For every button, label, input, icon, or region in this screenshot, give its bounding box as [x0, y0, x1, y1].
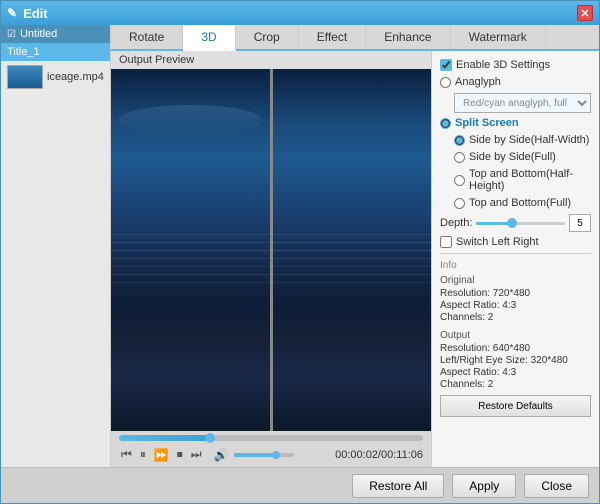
anaglyph-label: Anaglyph [455, 76, 501, 88]
sidebar-header: ☑ Untitled [1, 25, 110, 43]
split-right-frame [273, 69, 432, 431]
original-channels: Channels: 2 [440, 312, 591, 323]
tabs-bar: Rotate 3D Crop Effect Enhance Watermark [111, 25, 599, 51]
top-bottom-half-radio[interactable] [454, 175, 465, 186]
info-section: Info Original Resolution: 720*480 Aspect… [440, 253, 591, 390]
original-subtitle: Original [440, 275, 591, 286]
check-icon: ☑ [7, 29, 16, 40]
time-display: 00:00:02/00:11:06 [335, 449, 423, 461]
output-channels: Channels: 2 [440, 379, 591, 390]
enable-3d-row: Enable 3D Settings [440, 59, 591, 71]
depth-slider-container: 5 [476, 214, 591, 232]
depth-row: Depth: 5 [440, 214, 591, 232]
output-eye-size: Left/Right Eye Size: 320*480 [440, 355, 591, 366]
play-pause-button[interactable]: ⏸ [138, 446, 148, 463]
tab-enhance[interactable]: Enhance [366, 25, 450, 49]
top-bottom-half-row: Top and Bottom(Half-Height) [454, 168, 591, 192]
fast-forward-button[interactable]: ⏩ [152, 447, 171, 463]
restore-defaults-button[interactable]: Restore Defaults [440, 395, 591, 417]
progress-bar[interactable] [119, 435, 423, 441]
tab-rotate[interactable]: Rotate [111, 25, 183, 49]
split-screen-label: Split Screen [455, 117, 519, 129]
wave-overlay-right [273, 69, 432, 431]
file-name: iceage.mp4 [47, 71, 104, 83]
anaglyph-dropdown-container: Red/cyan anaglyph, full color [440, 93, 591, 117]
content-area: Output Preview [111, 51, 599, 467]
side-by-side-full-radio[interactable] [454, 152, 465, 163]
edit-window: ✎ Edit ✕ ☑ Untitled Title_1 iceage.mp4 R… [0, 0, 600, 504]
split-screen-preview [111, 69, 431, 431]
close-button[interactable]: Close [524, 474, 589, 498]
bottom-bar: Restore All Apply Close [1, 467, 599, 503]
volume-fill [234, 453, 276, 457]
progress-fill [119, 435, 210, 441]
stop-button[interactable]: ⏹ [175, 446, 185, 463]
right-panel: Rotate 3D Crop Effect Enhance Watermark … [111, 25, 599, 467]
split-screen-row: Split Screen [440, 117, 591, 129]
wave-overlay-left [111, 69, 270, 431]
output-resolution: Resolution: 640*480 [440, 343, 591, 354]
side-by-side-half-radio[interactable] [454, 135, 465, 146]
info-title: Info [440, 260, 591, 271]
anaglyph-radio[interactable] [440, 77, 451, 88]
progress-thumb[interactable] [205, 433, 215, 443]
title-bar: ✎ Edit ✕ [1, 1, 599, 25]
sidebar-item-title1[interactable]: Title_1 [1, 43, 110, 61]
apply-button[interactable]: Apply [452, 474, 516, 498]
settings-panel: Enable 3D Settings Anaglyph Red/cyan ana… [431, 51, 599, 467]
original-resolution: Resolution: 720*480 [440, 288, 591, 299]
depth-label: Depth: [440, 217, 472, 229]
depth-slider[interactable] [476, 222, 565, 225]
enable-3d-checkbox[interactable] [440, 59, 452, 71]
sidebar: ☑ Untitled Title_1 iceage.mp4 [1, 25, 111, 467]
depth-thumb[interactable] [507, 218, 517, 228]
switch-lr-checkbox[interactable] [440, 236, 452, 248]
tab-3d[interactable]: 3D [183, 25, 235, 51]
video-container [111, 69, 431, 431]
top-bottom-full-radio[interactable] [454, 198, 465, 209]
window-title: Edit [23, 6, 577, 21]
volume-icon[interactable]: 🔊 [212, 447, 231, 463]
preview-area: Output Preview [111, 51, 431, 467]
next-button[interactable]: ⏭ [189, 446, 204, 463]
main-content: ☑ Untitled Title_1 iceage.mp4 Rotate 3D … [1, 25, 599, 467]
controls-row: ⏮ ⏸ ⏩ ⏹ ⏭ 🔊 [119, 446, 423, 463]
tab-crop[interactable]: Crop [236, 25, 299, 49]
sidebar-title1-label: Title_1 [7, 46, 40, 58]
side-by-side-full-row: Side by Side(Full) [454, 151, 591, 163]
file-thumbnail [7, 65, 43, 89]
top-bottom-full-label: Top and Bottom(Full) [469, 197, 571, 209]
preview-label: Output Preview [111, 51, 431, 69]
anaglyph-row: Anaglyph [440, 76, 591, 88]
volume-bar[interactable] [234, 453, 294, 457]
top-bottom-full-row: Top and Bottom(Full) [454, 197, 591, 209]
split-options: Side by Side(Half-Width) Side by Side(Fu… [440, 134, 591, 209]
side-by-side-half-row: Side by Side(Half-Width) [454, 134, 591, 146]
split-screen-radio[interactable] [440, 118, 451, 129]
anaglyph-dropdown[interactable]: Red/cyan anaglyph, full color [454, 93, 591, 113]
side-by-side-half-label: Side by Side(Half-Width) [469, 134, 589, 146]
enable-3d-label: Enable 3D Settings [456, 59, 550, 71]
playback-area: ⏮ ⏸ ⏩ ⏹ ⏭ 🔊 [111, 431, 431, 467]
volume-thumb[interactable] [272, 451, 280, 459]
sidebar-file-item[interactable]: iceage.mp4 [1, 61, 110, 93]
original-aspect: Aspect Ratio: 4:3 [440, 300, 591, 311]
edit-icon: ✎ [7, 6, 17, 20]
close-window-button[interactable]: ✕ [577, 5, 593, 21]
switch-lr-row: Switch Left Right [440, 236, 591, 248]
split-left-frame [111, 69, 270, 431]
tab-watermark[interactable]: Watermark [451, 25, 546, 49]
sidebar-title: Untitled [20, 28, 57, 40]
output-aspect: Aspect Ratio: 4:3 [440, 367, 591, 378]
volume-section: 🔊 [212, 447, 294, 463]
tab-effect[interactable]: Effect [299, 25, 366, 49]
switch-lr-label: Switch Left Right [456, 236, 539, 248]
prev-button[interactable]: ⏮ [119, 446, 134, 463]
top-bottom-half-label: Top and Bottom(Half-Height) [469, 168, 591, 192]
output-subtitle: Output [440, 330, 591, 341]
side-by-side-full-label: Side by Side(Full) [469, 151, 556, 163]
restore-all-button[interactable]: Restore All [352, 474, 444, 498]
depth-value[interactable]: 5 [569, 214, 591, 232]
